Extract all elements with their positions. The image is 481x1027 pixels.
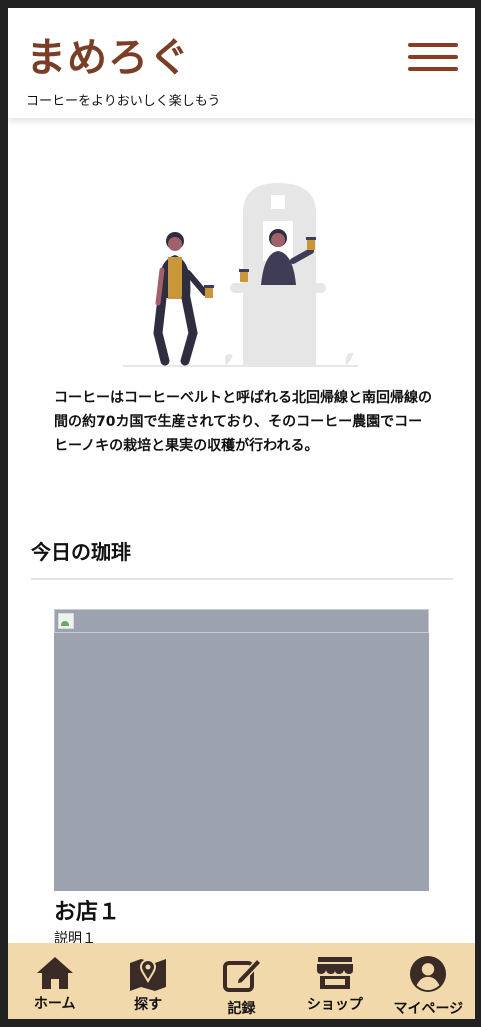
store-icon (316, 957, 353, 989)
map-icon (130, 959, 167, 991)
tab-label-mypage: マイページ (393, 1001, 464, 1017)
shop-name[interactable]: お店１ (54, 894, 120, 926)
app-frame: まめろぐ コーヒーをよりおいしく楽しもう コーヒーはコーヒーベルトと呼ばれる北回… (8, 8, 475, 1019)
hamburger-menu-icon[interactable] (408, 43, 458, 71)
tagline: コーヒーをよりおいしく楽しもう (26, 94, 221, 109)
section-title: 今日の珈琲 (31, 540, 131, 564)
user-circle-icon (410, 955, 447, 993)
tab-label-home: ホーム (33, 996, 76, 1012)
shop-image[interactable] (54, 609, 429, 891)
bottom-tab-bar: ホーム 探す 記録 ショップ マイページ (8, 943, 475, 1019)
home-icon (36, 957, 73, 989)
tab-label-record: 記録 (227, 1001, 256, 1017)
coffee-shop-illustration (123, 183, 358, 367)
header: まめろぐ コーヒーをよりおいしく楽しもう (8, 8, 475, 118)
tab-label-search: 探す (134, 997, 163, 1013)
app-logo[interactable]: まめろぐ (26, 36, 190, 80)
tab-record[interactable]: 記録 (195, 943, 288, 1019)
tab-mypage[interactable]: マイページ (382, 943, 475, 1019)
tab-label-shop: ショップ (306, 997, 363, 1013)
broken-image-icon (58, 613, 74, 629)
broken-image-placeholder (54, 609, 429, 633)
edit-icon (222, 957, 262, 992)
tab-home[interactable]: ホーム (8, 943, 101, 1019)
divider (31, 578, 453, 580)
intro-text: コーヒーはコーヒーベルトと呼ばれる北回帰線と南回帰線の間の約70カ国で生産されて… (54, 390, 432, 454)
tab-shop[interactable]: ショップ (288, 943, 381, 1019)
tab-search[interactable]: 探す (101, 943, 194, 1019)
